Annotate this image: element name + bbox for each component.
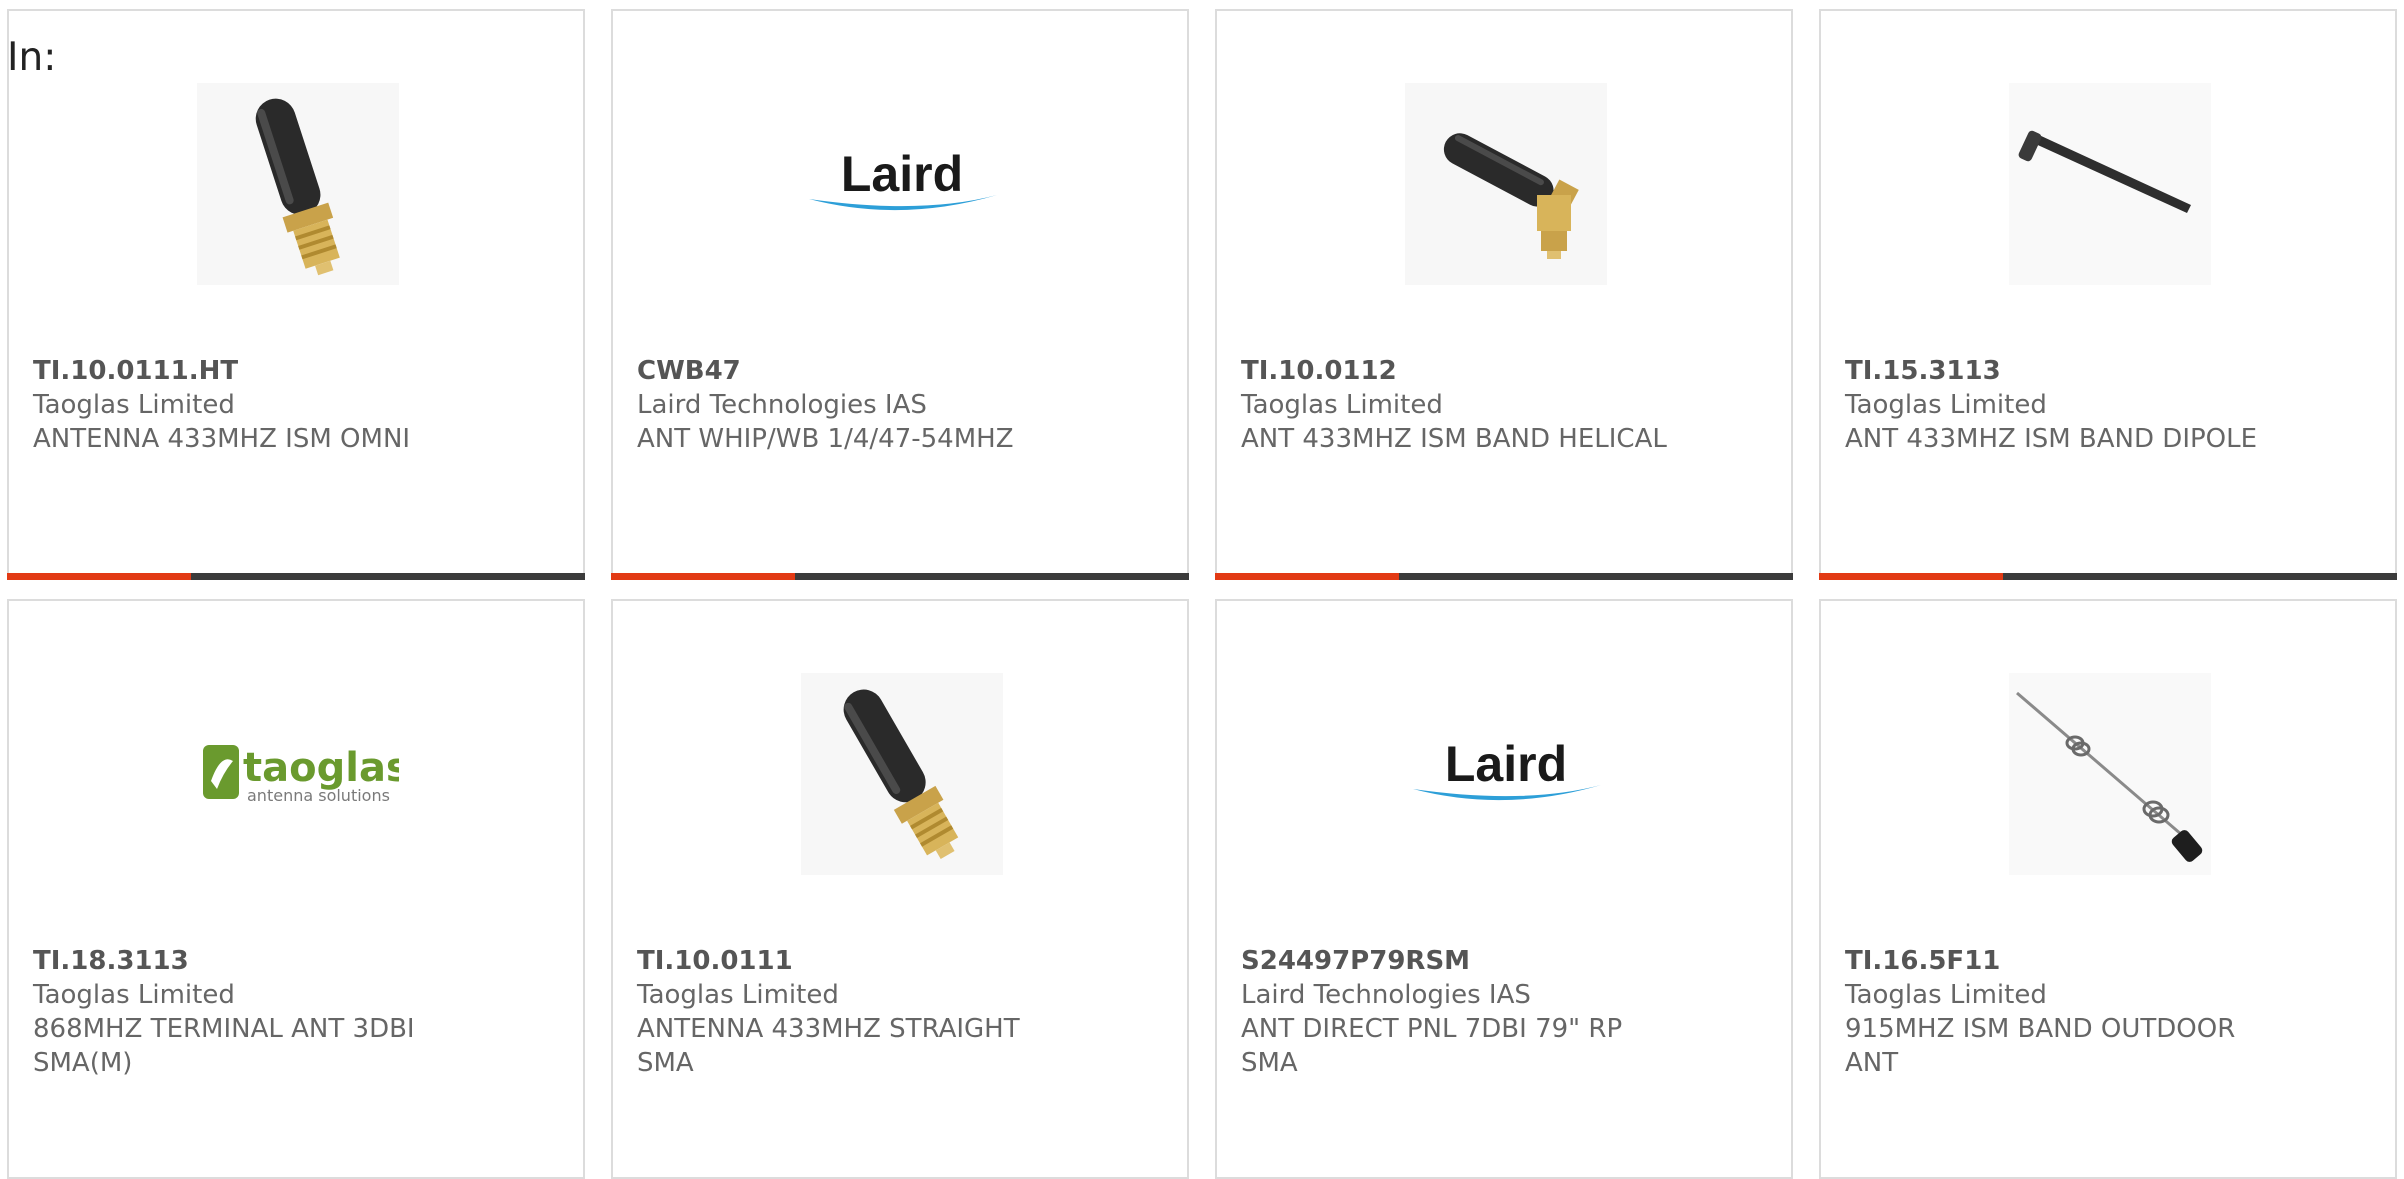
product-image[interactable] [1405,83,1607,285]
part-number[interactable]: TI.16.5F11 [1845,944,2365,978]
part-number[interactable]: TI.10.0111.HT [33,354,553,388]
part-number[interactable]: S24497P79RSM [1241,944,1761,978]
product-text: S24497P79RSM Laird Technologies IAS ANT … [1241,944,1761,1080]
product-image[interactable] [801,673,1003,875]
product-image[interactable] [2009,673,2211,875]
description: ANTENNA 433MHZ ISM OMNI [33,424,411,454]
laird-logo-icon: Laird [809,146,997,211]
description: ANTENNA 433MHZ STRAIGHT SMA [637,1014,1020,1078]
product-card[interactable]: TI.10.0111.HT Taoglas Limited ANTENNA 43… [7,9,585,580]
description: ANT DIRECT PNL 7DBI 79" RP SMA [1241,1014,1623,1078]
description: ANT WHIP/WB 1/4/47-54MHZ [637,424,1014,454]
description: ANT 433MHZ ISM BAND HELICAL [1241,424,1667,454]
product-card[interactable]: taoglas antenna solutions TI.18.3113 Tao… [7,599,585,1179]
progress-bar [7,573,585,580]
product-text: CWB47 Laird Technologies IAS ANT WHIP/WB… [637,354,1157,456]
manufacturer: Taoglas Limited [1241,390,1443,420]
product-image[interactable]: Laird [801,83,1003,285]
taoglas-logo-subtext: antenna solutions [247,786,390,805]
part-number[interactable]: TI.18.3113 [33,944,553,978]
progress-bar [611,573,1189,580]
taoglas-logo-text: taoglas [243,745,399,791]
progress-bar [1215,573,1793,580]
product-card[interactable]: TI.10.0111 Taoglas Limited ANTENNA 433MH… [611,599,1189,1179]
manufacturer: Taoglas Limited [637,980,839,1010]
product-card[interactable]: Laird CWB47 Laird Technologies IAS ANT W… [611,9,1189,580]
laird-logo-text: Laird [841,146,963,202]
product-image[interactable] [197,83,399,285]
stubby-antenna-right-angle-icon [1405,83,1607,285]
product-image[interactable] [2009,83,2211,285]
laird-logo-text: Laird [1445,736,1567,792]
product-text: TI.10.0112 Taoglas Limited ANT 433MHZ IS… [1241,354,1761,456]
coil-whip-antenna-icon [2009,673,2211,875]
manufacturer: Taoglas Limited [1845,390,2047,420]
product-card[interactable]: TI.15.3113 Taoglas Limited ANT 433MHZ IS… [1819,9,2397,580]
manufacturer: Laird Technologies IAS [1241,980,1531,1010]
part-number[interactable]: TI.10.0111 [637,944,1157,978]
product-text: TI.10.0111 Taoglas Limited ANTENNA 433MH… [637,944,1157,1080]
product-image[interactable]: taoglas antenna solutions [197,673,399,875]
description: ANT 433MHZ ISM BAND DIPOLE [1845,424,2258,454]
progress-bar-fill [7,573,191,580]
manufacturer: Taoglas Limited [33,980,235,1010]
product-text: TI.10.0111.HT Taoglas Limited ANTENNA 43… [33,354,553,456]
progress-bar-fill [1819,573,2003,580]
description: 868MHZ TERMINAL ANT 3DBI SMA(M) [33,1014,415,1078]
product-card[interactable]: Laird S24497P79RSM Laird Technologies IA… [1215,599,1793,1179]
product-text: TI.18.3113 Taoglas Limited 868MHZ TERMIN… [33,944,553,1080]
part-number[interactable]: TI.10.0112 [1241,354,1761,388]
description: 915MHZ ISM BAND OUTDOOR ANT [1845,1014,2236,1078]
in-label: In: [7,35,57,80]
product-card[interactable]: TI.10.0112 Taoglas Limited ANT 433MHZ IS… [1215,9,1793,580]
part-number[interactable]: TI.15.3113 [1845,354,2365,388]
progress-bar-fill [1215,573,1399,580]
product-text: TI.15.3113 Taoglas Limited ANT 433MHZ IS… [1845,354,2365,456]
product-card[interactable]: TI.16.5F11 Taoglas Limited 915MHZ ISM BA… [1819,599,2397,1179]
progress-bar [1819,573,2397,580]
stubby-antenna-straight-icon [801,673,1003,875]
dipole-antenna-thin-icon [2009,83,2211,285]
manufacturer: Laird Technologies IAS [637,390,927,420]
stubby-antenna-straight-icon [197,83,399,285]
laird-logo-icon: Laird [1413,736,1601,801]
part-number[interactable]: CWB47 [637,354,1157,388]
progress-bar-fill [611,573,795,580]
taoglas-logo-icon: taoglas antenna solutions [203,745,399,805]
product-text: TI.16.5F11 Taoglas Limited 915MHZ ISM BA… [1845,944,2365,1080]
product-image[interactable]: Laird [1405,673,1607,875]
manufacturer: Taoglas Limited [1845,980,2047,1010]
manufacturer: Taoglas Limited [33,390,235,420]
